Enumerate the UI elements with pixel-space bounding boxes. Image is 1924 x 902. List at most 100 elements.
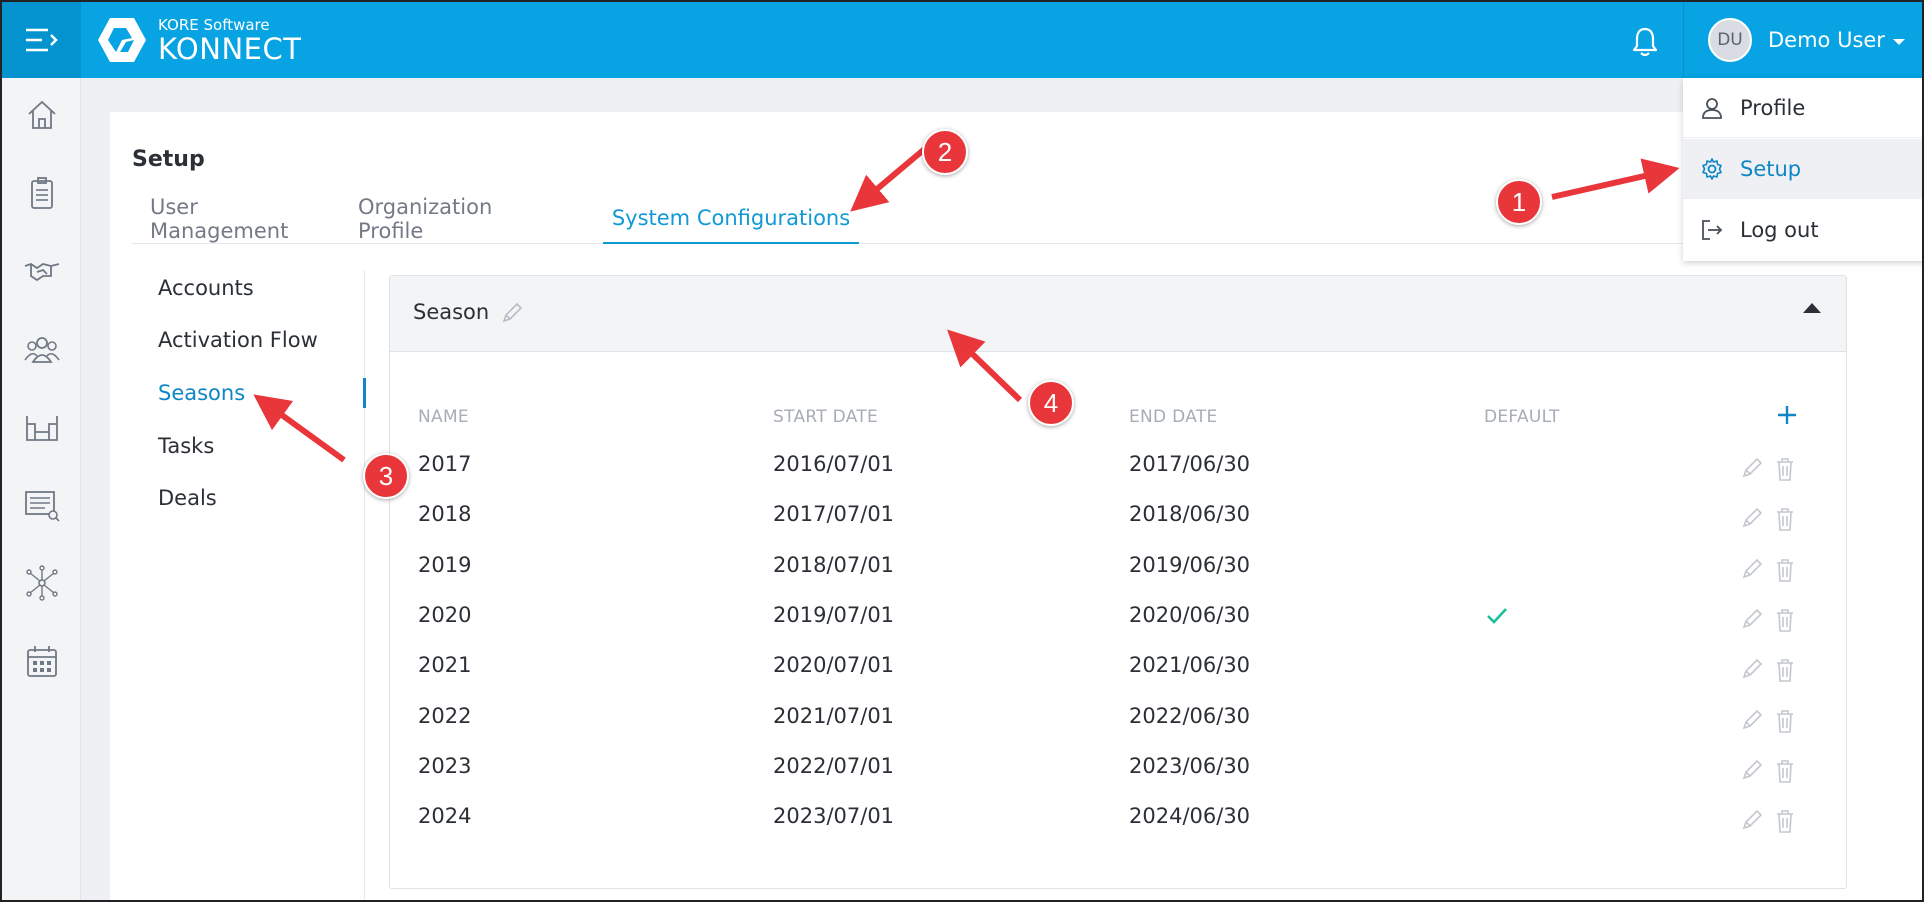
annotation-badge-4: 4: [1028, 380, 1074, 426]
season-name-cell: 2019: [418, 553, 472, 577]
season-name-cell: 2018: [418, 502, 472, 526]
gear-icon: [1702, 157, 1722, 180]
brand-company: KORE Software: [158, 15, 270, 34]
brand[interactable]: KORE Software KONNECT: [96, 16, 301, 64]
logout-icon: [1702, 220, 1723, 240]
nav-item-tasks[interactable]: Tasks: [158, 434, 214, 458]
user-name: Demo User: [1768, 28, 1885, 52]
trash-icon[interactable]: [1774, 456, 1796, 482]
annotation-badge-1: 1: [1496, 179, 1542, 225]
table-row: 2022 2021/07/01 2022/06/30: [418, 704, 1828, 744]
menu-item-log-out[interactable]: Log out: [1683, 200, 1922, 260]
trash-icon[interactable]: [1774, 808, 1796, 834]
season-end-cell: 2023/06/30: [1129, 754, 1251, 778]
season-panel-header[interactable]: Season: [390, 276, 1846, 352]
season-name-cell: 2021: [418, 653, 472, 677]
season-name-cell: 2024: [418, 804, 472, 828]
nav-item-activation-flow[interactable]: Activation Flow: [158, 328, 318, 352]
season-panel-title: Season: [413, 300, 490, 324]
season-start-cell: 2022/07/01: [773, 754, 895, 778]
list-search-icon[interactable]: [23, 486, 61, 524]
menu-item-setup[interactable]: Setup: [1683, 139, 1922, 199]
table-row: 2024 2023/07/01 2024/06/30: [418, 804, 1828, 844]
active-nav-marker: [363, 378, 366, 408]
nav-item-accounts[interactable]: Accounts: [158, 276, 254, 300]
bell-icon[interactable]: [1630, 26, 1660, 58]
trash-icon[interactable]: [1774, 657, 1796, 683]
config-nav: Accounts Activation Flow Seasons Tasks D…: [132, 270, 365, 900]
table-row: 2017 2016/07/01 2017/06/30: [418, 452, 1828, 492]
season-start-cell: 2019/07/01: [773, 603, 895, 627]
trash-icon[interactable]: [1774, 607, 1796, 633]
table-row: 2021 2020/07/01 2021/06/30: [418, 653, 1828, 693]
trash-icon[interactable]: [1774, 708, 1796, 734]
user-dropdown-menu: Profile Setup Log out: [1683, 78, 1922, 261]
season-end-cell: 2020/06/30: [1129, 603, 1251, 627]
page-title: Setup: [132, 147, 205, 172]
collapse-caret-icon[interactable]: [1803, 303, 1821, 313]
user-menu-toggle[interactable]: DU Demo User: [1683, 2, 1922, 78]
caret-down-icon: [1892, 39, 1905, 45]
handshake-icon[interactable]: [23, 252, 61, 290]
menu-toggle-button[interactable]: [2, 2, 81, 78]
menu-item-label: Profile: [1740, 95, 1806, 120]
clipboard-icon[interactable]: [23, 174, 61, 212]
season-end-cell: 2024/06/30: [1129, 804, 1251, 828]
column-header-default: DEFAULT: [1484, 407, 1560, 427]
annotation-badge-3: 3: [363, 453, 409, 499]
season-end-cell: 2021/06/30: [1129, 653, 1251, 677]
table-row: 2019 2018/07/01 2019/06/30: [418, 553, 1828, 593]
add-season-plus-icon[interactable]: [1774, 402, 1800, 428]
season-name-cell: 2023: [418, 754, 472, 778]
calendar-icon[interactable]: [23, 642, 61, 680]
trash-icon[interactable]: [1774, 557, 1796, 583]
setup-tabs: User Management Organization Profile Sys…: [132, 194, 1692, 244]
pencil-icon[interactable]: [1740, 557, 1764, 581]
season-end-cell: 2022/06/30: [1129, 704, 1251, 728]
column-header-end-date: END DATE: [1129, 407, 1218, 427]
season-name-cell: 2020: [418, 603, 472, 627]
people-icon[interactable]: [23, 330, 61, 368]
app-window: KORE Software KONNECT DU Demo User Setup…: [0, 0, 1924, 902]
annotation-badge-2: 2: [922, 129, 968, 175]
check-icon: [1487, 608, 1507, 624]
top-bar: KORE Software KONNECT DU Demo User: [2, 2, 1922, 78]
season-end-cell: 2017/06/30: [1129, 452, 1251, 476]
menu-item-label: Setup: [1740, 156, 1802, 181]
pencil-icon[interactable]: [1740, 808, 1764, 832]
table-row: 2023 2022/07/01 2023/06/30: [418, 754, 1828, 794]
pencil-icon[interactable]: [1740, 506, 1764, 530]
season-start-cell: 2016/07/01: [773, 452, 895, 476]
pencil-icon[interactable]: [1740, 708, 1764, 732]
table-row: 2020 2019/07/01 2020/06/30: [418, 603, 1828, 643]
brand-name: KONNECT: [158, 31, 302, 66]
tab-organization-profile[interactable]: Organization Profile: [358, 194, 558, 244]
season-start-cell: 2021/07/01: [773, 704, 895, 728]
trash-icon[interactable]: [1774, 758, 1796, 784]
pencil-icon[interactable]: [500, 301, 524, 325]
column-header-name: NAME: [418, 407, 469, 427]
pencil-icon[interactable]: [1740, 758, 1764, 782]
menu-item-profile[interactable]: Profile: [1683, 78, 1922, 138]
menu-item-label: Log out: [1740, 218, 1819, 242]
pencil-icon[interactable]: [1740, 456, 1764, 480]
tab-system-configurations[interactable]: System Configurations: [603, 194, 859, 244]
column-header-start-date: START DATE: [773, 407, 879, 427]
season-end-cell: 2019/06/30: [1129, 553, 1251, 577]
season-end-cell: 2018/06/30: [1129, 502, 1251, 526]
trash-icon[interactable]: [1774, 506, 1796, 532]
season-start-cell: 2023/07/01: [773, 804, 895, 828]
pencil-icon[interactable]: [1740, 607, 1764, 631]
stadium-icon[interactable]: [23, 408, 61, 446]
konnect-logo-icon: [98, 18, 146, 62]
network-icon[interactable]: [23, 564, 61, 602]
avatar: DU: [1708, 18, 1752, 62]
season-start-cell: 2018/07/01: [773, 553, 895, 577]
pencil-icon[interactable]: [1740, 657, 1764, 681]
tab-user-management[interactable]: User Management: [150, 194, 336, 244]
home-icon[interactable]: [23, 96, 61, 134]
season-start-cell: 2017/07/01: [773, 502, 895, 526]
nav-item-deals[interactable]: Deals: [158, 486, 217, 510]
nav-item-seasons[interactable]: Seasons: [158, 381, 245, 405]
table-row: 2018 2017/07/01 2018/06/30: [418, 502, 1828, 542]
